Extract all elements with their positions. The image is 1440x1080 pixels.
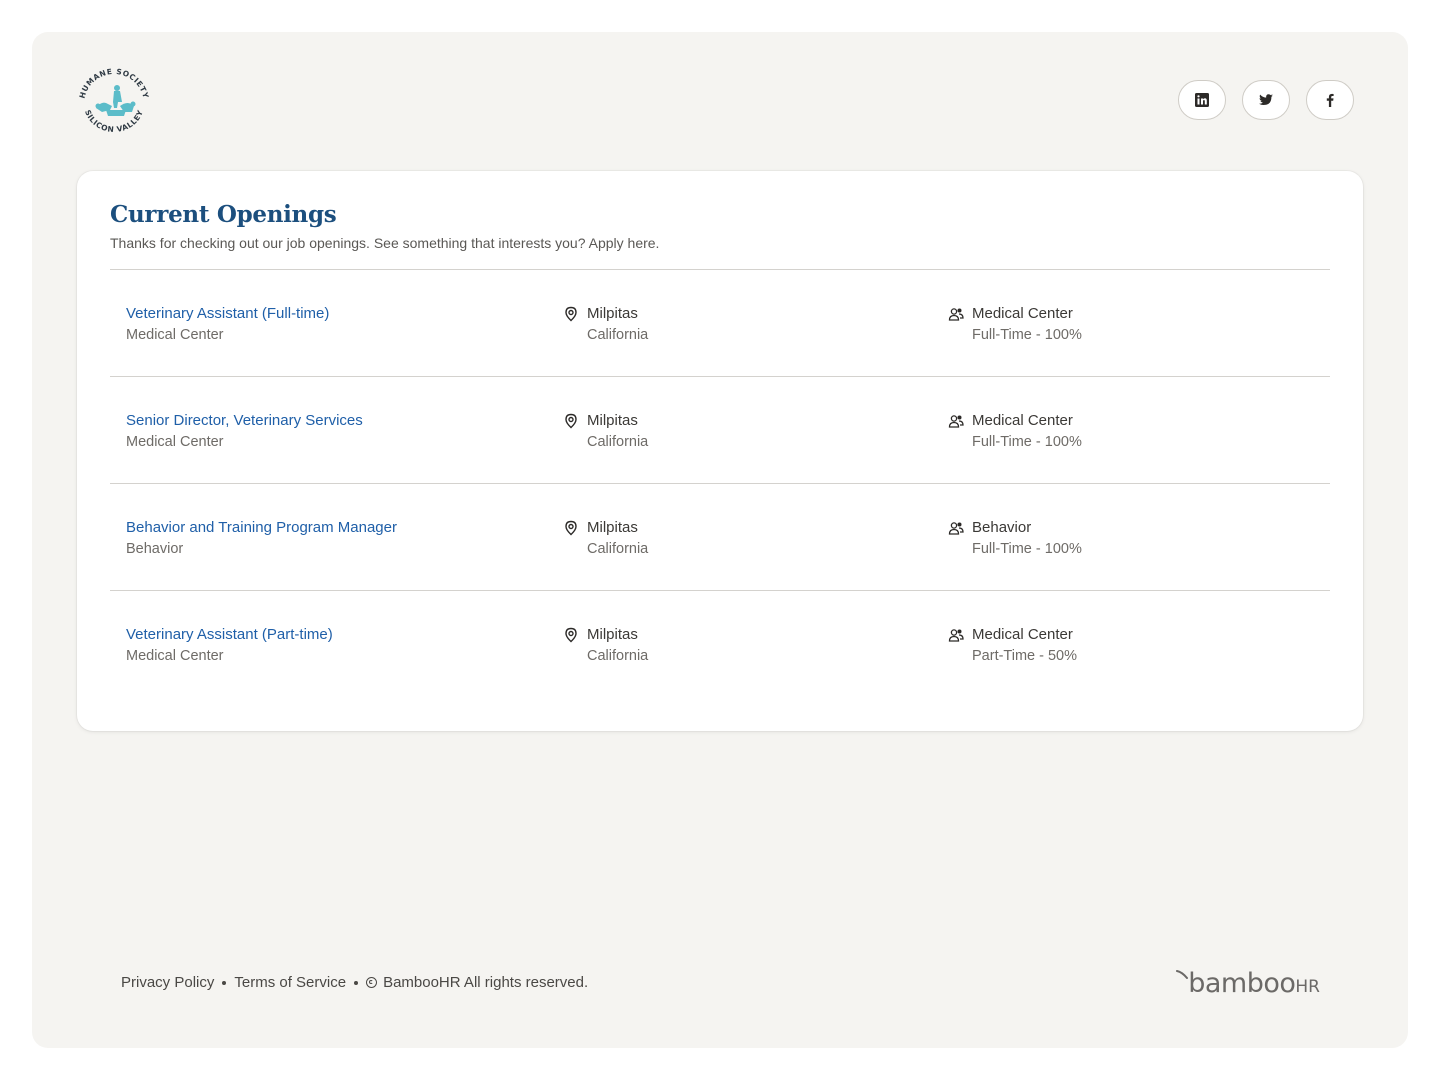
- job-row: Veterinary Assistant (Full-time) Medical…: [110, 269, 1330, 376]
- job-employment-type: Full-Time - 100%: [972, 541, 1082, 557]
- job-department: Medical Center: [126, 648, 224, 664]
- job-dept-label: Medical Center: [972, 626, 1073, 643]
- job-department: Medical Center: [126, 434, 224, 450]
- job-employment-type: Full-Time - 100%: [972, 434, 1082, 450]
- humane-society-logo[interactable]: HUMANE SOCIETY SILICON VALLEY: [76, 68, 152, 136]
- job-row: Behavior and Training Program Manager Be…: [110, 483, 1330, 590]
- job-title-link[interactable]: Behavior and Training Program Manager: [126, 518, 397, 538]
- job-department: Behavior: [126, 541, 184, 557]
- privacy-policy-link[interactable]: Privacy Policy: [121, 974, 214, 991]
- linkedin-button[interactable]: [1178, 80, 1226, 120]
- bamboohr-logo-main: bamboo: [1188, 968, 1296, 999]
- copyright-icon: [366, 977, 378, 988]
- location-pin-icon: [565, 306, 577, 322]
- job-department: Medical Center: [126, 327, 224, 343]
- page-subtitle: Thanks for checking out our job openings…: [110, 235, 660, 251]
- terms-of-service-link[interactable]: Terms of Service: [234, 974, 346, 991]
- facebook-icon: [1326, 93, 1334, 107]
- page-title: Current Openings: [110, 201, 337, 228]
- job-state: California: [587, 434, 649, 450]
- copyright-text: BambooHR All rights reserved.: [383, 974, 589, 991]
- job-row: Senior Director, Veterinary Services Med…: [110, 376, 1330, 483]
- job-list: Veterinary Assistant (Full-time) Medical…: [110, 269, 1330, 697]
- job-employment-type: Full-Time - 100%: [972, 327, 1082, 343]
- location-pin-icon: [565, 413, 577, 429]
- people-icon: [948, 308, 964, 321]
- job-title-link[interactable]: Veterinary Assistant (Full-time): [126, 304, 329, 324]
- job-state: California: [587, 541, 649, 557]
- twitter-icon: [1259, 94, 1273, 105]
- separator-dot: [222, 980, 227, 985]
- job-employment-type: Part-Time - 50%: [972, 648, 1078, 664]
- job-state: California: [587, 327, 649, 343]
- page-container: HUMANE SOCIETY SILICON VALLEY Current Op…: [32, 32, 1408, 1048]
- people-icon: [948, 415, 964, 428]
- job-state: California: [587, 648, 649, 664]
- job-title-link[interactable]: Veterinary Assistant (Part-time): [126, 625, 333, 645]
- social-links: [1178, 80, 1354, 120]
- people-icon: [948, 522, 964, 535]
- job-title-link[interactable]: Senior Director, Veterinary Services: [126, 411, 363, 431]
- openings-card: Current Openings Thanks for checking out…: [77, 171, 1363, 731]
- bamboo-leaf-icon: [1176, 970, 1189, 979]
- bamboohr-logo[interactable]: bamboo HR: [1176, 968, 1320, 1000]
- job-dept-label: Medical Center: [972, 305, 1073, 322]
- job-city: Milpitas: [587, 412, 638, 429]
- people-icon: [948, 629, 964, 642]
- job-city: Milpitas: [587, 519, 638, 536]
- job-dept-label: Medical Center: [972, 412, 1073, 429]
- location-pin-icon: [565, 520, 577, 536]
- separator-dot: [354, 980, 359, 985]
- bamboohr-logo-hr: HR: [1295, 977, 1320, 997]
- job-city: Milpitas: [587, 305, 638, 322]
- location-pin-icon: [565, 627, 577, 643]
- job-dept-label: Behavior: [972, 519, 1032, 536]
- twitter-button[interactable]: [1242, 80, 1290, 120]
- job-city: Milpitas: [587, 626, 638, 643]
- job-row: Veterinary Assistant (Part-time) Medical…: [110, 590, 1330, 697]
- footer-links: Privacy Policy Terms of Service BambooHR…: [121, 974, 588, 991]
- linkedin-icon: [1195, 93, 1209, 107]
- facebook-button[interactable]: [1306, 80, 1354, 120]
